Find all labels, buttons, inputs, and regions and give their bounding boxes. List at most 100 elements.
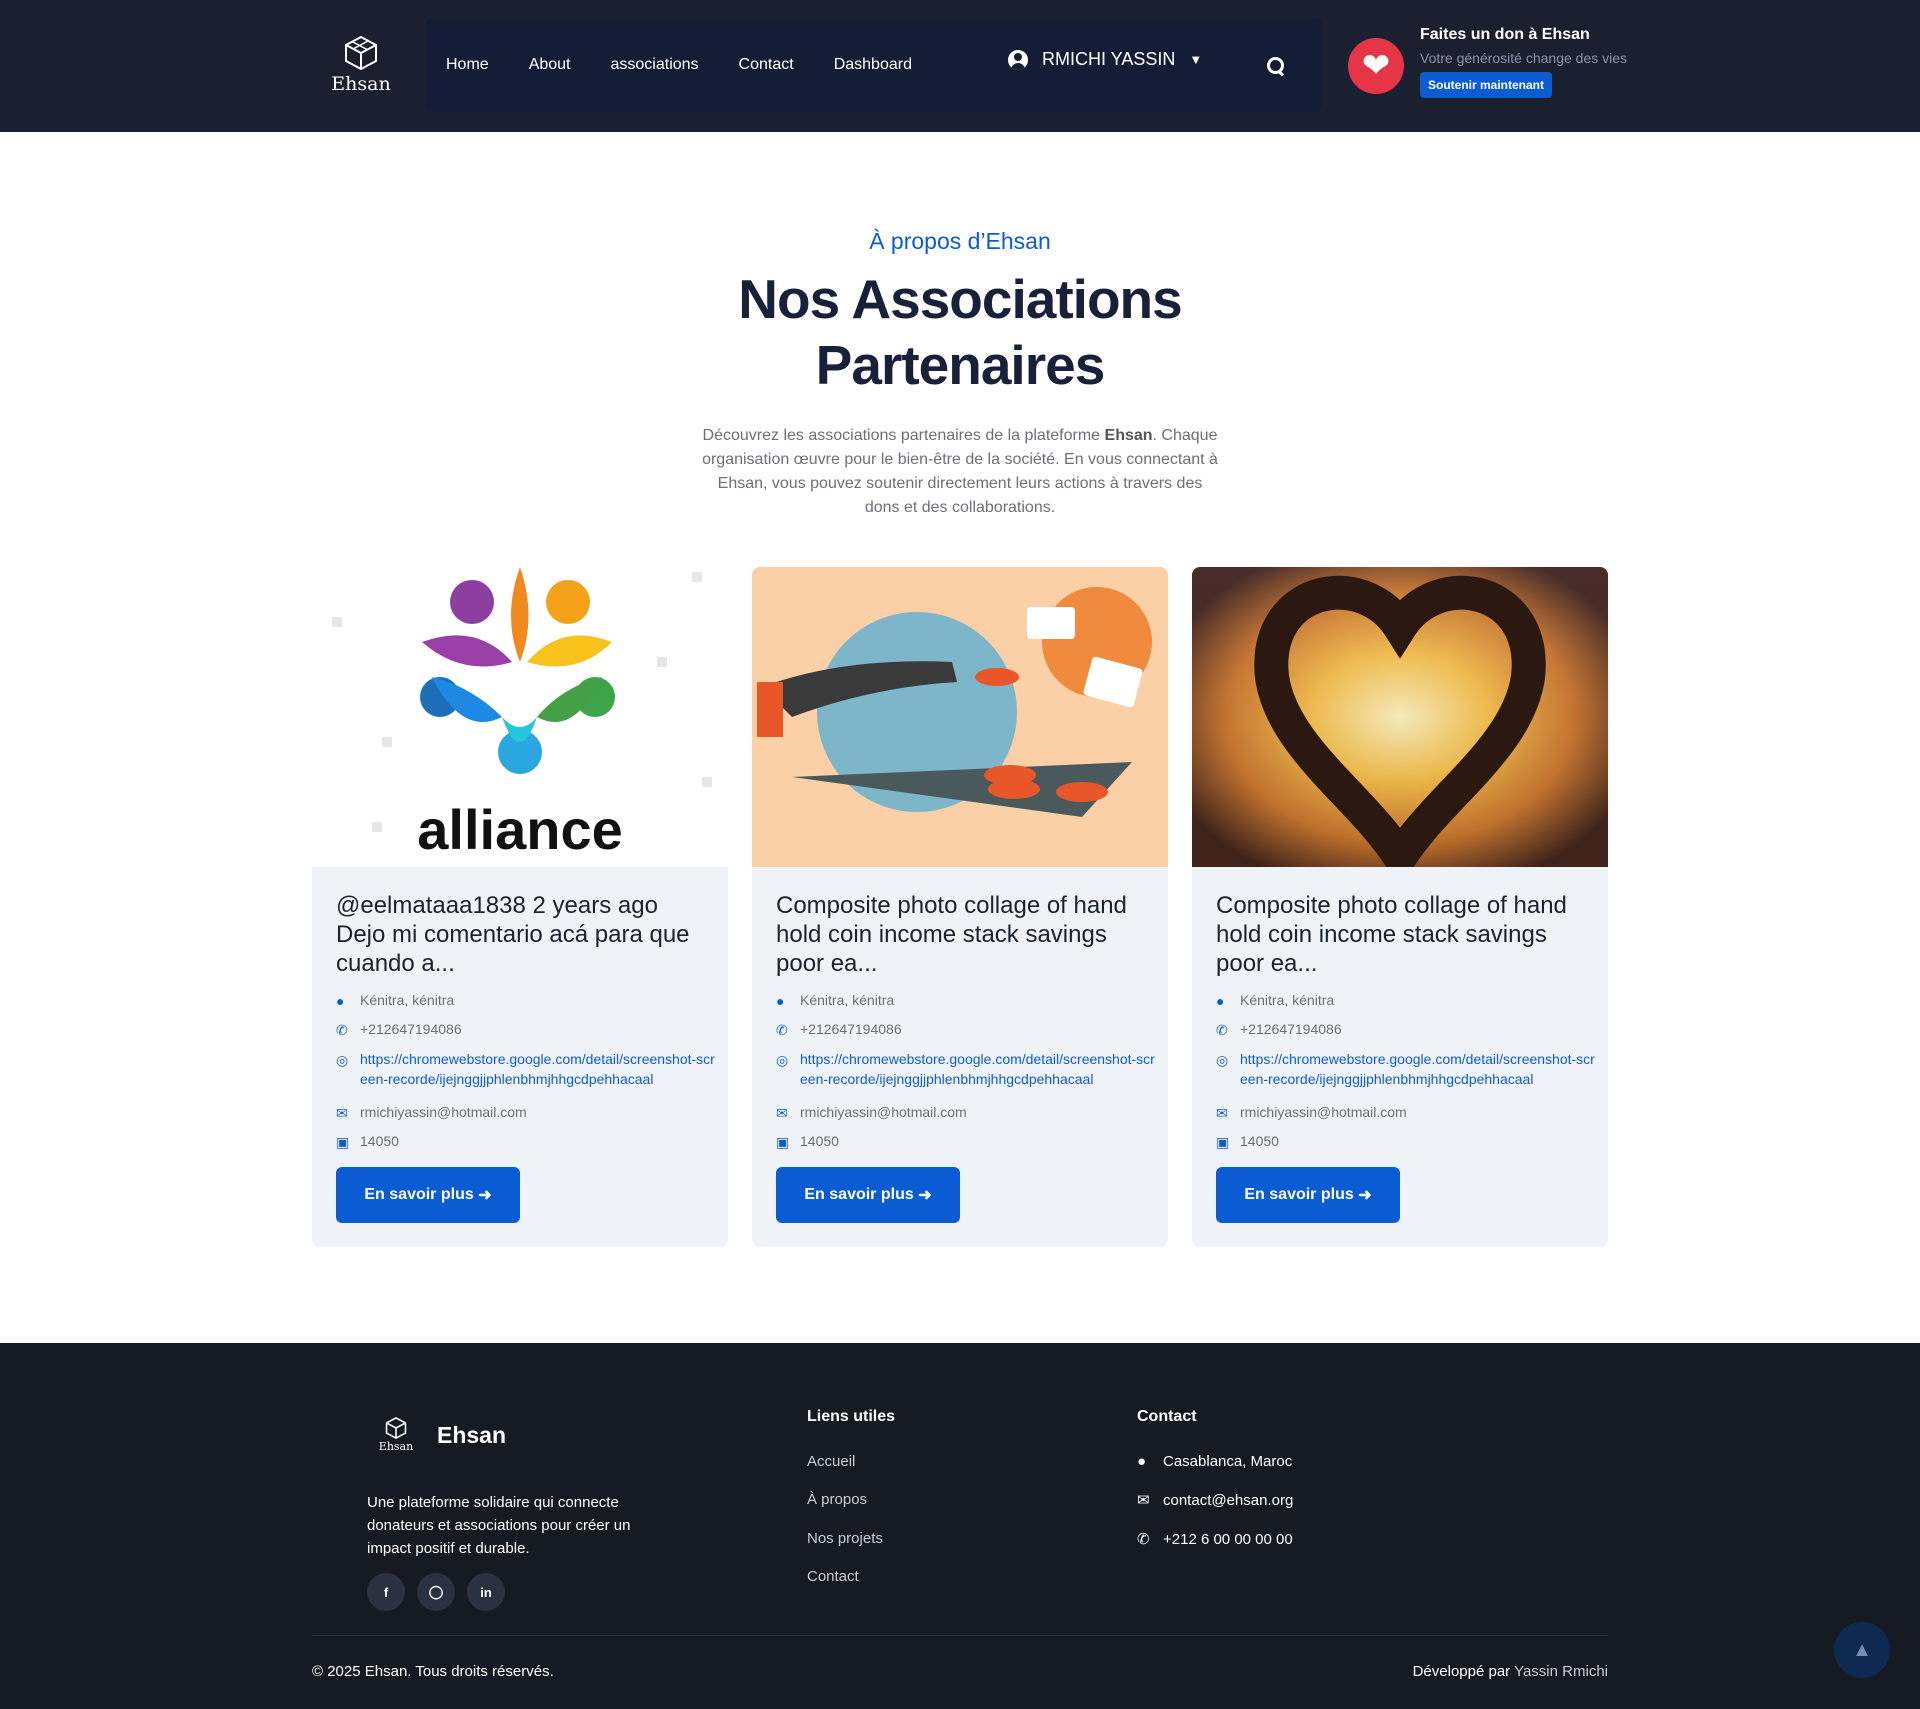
association-card: Composite photo collage of hand hold coi…: [752, 567, 1168, 1247]
phone-text: +212647194086: [800, 1021, 902, 1037]
footer-contact-title: Contact: [1137, 1408, 1197, 1425]
email-text: rmichiyassin@hotmail.com: [800, 1104, 967, 1120]
footer-contact-city: ● Casablanca, Maroc: [1137, 1453, 1292, 1470]
mailbox-icon: ▣: [776, 1134, 790, 1150]
nav-associations[interactable]: associations: [611, 56, 699, 74]
globe-icon: ◎: [1216, 1052, 1229, 1068]
logo-text: Ehsan: [331, 73, 391, 95]
hands-heart-image: [1192, 567, 1608, 867]
site-header: Ehsan Home About associations Contact Da…: [0, 0, 1920, 132]
arrow-right-icon: ➜: [478, 1187, 492, 1204]
user-circle-icon: [1008, 49, 1028, 70]
learn-more-label: En savoir plus: [364, 1186, 474, 1203]
footer-link-apropos[interactable]: À propos: [807, 1491, 867, 1508]
mailbox-icon: ▣: [336, 1134, 350, 1150]
learn-more-button[interactable]: En savoir plus ➜: [336, 1167, 520, 1223]
footer-links-title: Liens utiles: [807, 1408, 896, 1425]
user-menu[interactable]: RMICHI YASSIN ▼: [1008, 49, 1202, 70]
learn-more-button[interactable]: En savoir plus ➜: [1216, 1167, 1400, 1223]
chevron-down-icon: ▼: [1189, 52, 1203, 67]
phone-icon: ✆: [1216, 1022, 1228, 1038]
envelope-icon: ✉: [336, 1105, 348, 1121]
footer-divider: [312, 1635, 1608, 1636]
linkedin-icon[interactable]: in: [467, 1573, 505, 1611]
section-description: Découvrez les associations partenaires d…: [700, 424, 1220, 520]
main-nav: Home About associations Contact Dashboar…: [446, 18, 952, 112]
footer-contact-email: ✉ contact@ehsan.org: [1137, 1491, 1293, 1510]
association-card: Composite photo collage of hand hold coi…: [1192, 567, 1608, 1247]
email-text[interactable]: contact@ehsan.org: [1163, 1492, 1293, 1509]
nav-contact[interactable]: Contact: [739, 56, 794, 74]
card-phone: ✆ +212647194086: [336, 1021, 716, 1038]
mailbox-icon: ▣: [1216, 1134, 1230, 1150]
map-marker-icon: ●: [776, 993, 785, 1009]
envelope-icon: ✉: [776, 1105, 788, 1121]
location-text: Kénitra, kénitra: [800, 992, 895, 1008]
card-email: ✉ rmichiyassin@hotmail.com: [1216, 1104, 1596, 1121]
page-title: Nos Associations Partenaires: [738, 268, 1182, 396]
desc-brand: Ehsan: [1104, 427, 1153, 444]
arrow-up-icon: ▲: [1852, 1638, 1872, 1661]
phone-icon: ✆: [336, 1022, 348, 1038]
phone-icon: ✆: [1137, 1531, 1150, 1548]
alliance-logo-image: alliance: [312, 567, 728, 867]
card-title: @eelmataaa1838 2 years ago Dejo mi comen…: [336, 892, 690, 977]
footer-link-projets[interactable]: Nos projets: [807, 1530, 883, 1547]
card-website[interactable]: ◎ https://chromewebstore.google.com/detai…: [1216, 1049, 1596, 1089]
envelope-icon: ✉: [1137, 1492, 1150, 1509]
card-location: ● Kénitra, kénitra: [1216, 992, 1596, 1009]
card-email: ✉ rmichiyassin@hotmail.com: [336, 1104, 716, 1121]
card-website[interactable]: ◎ https://chromewebstore.google.com/detai…: [336, 1049, 716, 1089]
email-text: rmichiyassin@hotmail.com: [1240, 1104, 1407, 1120]
website-link[interactable]: https://chromewebstore.google.com/detail…: [800, 1049, 1156, 1089]
card-title: Composite photo collage of hand hold coi…: [776, 892, 1127, 977]
card-location: ● Kénitra, kénitra: [776, 992, 1156, 1009]
globe-icon: ◎: [776, 1052, 789, 1068]
card-code: ▣ 14050: [776, 1133, 1156, 1150]
site-footer: Ehsan Ehsan Une plateforme solidaire qui…: [0, 1343, 1920, 1709]
nav-dashboard[interactable]: Dashboard: [834, 56, 912, 74]
main-nav-container: Home About associations Contact Dashboar…: [426, 18, 1322, 112]
card-code: ▣ 14050: [336, 1133, 716, 1150]
card-location: ● Kénitra, kénitra: [336, 992, 716, 1009]
association-card: alliance @eelmataaa1838 2 years ago Dejo…: [312, 567, 728, 1247]
dev-name[interactable]: Yassin Rmichi: [1514, 1663, 1608, 1680]
location-text: Kénitra, kénitra: [1240, 992, 1335, 1008]
scroll-to-top-button[interactable]: ▲: [1834, 1622, 1890, 1678]
copyright: © 2025 Ehsan. Tous droits réservés.: [312, 1663, 554, 1680]
card-website[interactable]: ◎ https://chromewebstore.google.com/detai…: [776, 1049, 1156, 1089]
footer-link-contact[interactable]: Contact: [807, 1568, 859, 1585]
footer-contact-phone: ✆ +212 6 00 00 00 00: [1137, 1530, 1293, 1549]
code-text: 14050: [800, 1133, 839, 1149]
city-text: Casablanca, Maroc: [1163, 1453, 1293, 1470]
logo-cube-icon: [385, 1417, 407, 1439]
search-icon[interactable]: [1266, 56, 1286, 76]
donate-button[interactable]: Soutenir maintenant: [1420, 72, 1553, 98]
phone-icon: ✆: [776, 1022, 788, 1038]
user-name: RMICHI YASSIN: [1042, 49, 1176, 69]
envelope-icon: ✉: [1216, 1105, 1228, 1121]
learn-more-button[interactable]: En savoir plus ➜: [776, 1167, 960, 1223]
alliance-wordmark: alliance: [417, 798, 622, 861]
logo-cube-icon: [345, 35, 377, 71]
heart-icon: ❤: [1348, 38, 1404, 94]
website-link[interactable]: https://chromewebstore.google.com/detail…: [360, 1049, 716, 1089]
card-title: Composite photo collage of hand hold coi…: [1216, 892, 1567, 977]
facebook-icon[interactable]: f: [367, 1573, 405, 1611]
website-link[interactable]: https://chromewebstore.google.com/detail…: [1240, 1049, 1596, 1089]
site-logo[interactable]: Ehsan: [328, 34, 394, 96]
nav-about[interactable]: About: [529, 56, 571, 74]
instagram-icon[interactable]: ◯: [417, 1573, 455, 1611]
map-marker-icon: ●: [1137, 1453, 1147, 1470]
code-text: 14050: [1240, 1133, 1279, 1149]
email-text: rmichiyassin@hotmail.com: [360, 1104, 527, 1120]
footer-logo[interactable]: Ehsan: [378, 1416, 414, 1456]
code-text: 14050: [360, 1133, 399, 1149]
nav-home[interactable]: Home: [446, 56, 489, 74]
footer-link-accueil[interactable]: Accueil: [807, 1453, 855, 1470]
card-phone: ✆ +212647194086: [1216, 1021, 1596, 1038]
footer-about: Une plateforme solidaire qui connecte do…: [367, 1494, 631, 1557]
donate-title: Faites un don à Ehsan: [1420, 26, 1590, 43]
coin-collage-image: [752, 567, 1168, 867]
card-email: ✉ rmichiyassin@hotmail.com: [776, 1104, 1156, 1121]
